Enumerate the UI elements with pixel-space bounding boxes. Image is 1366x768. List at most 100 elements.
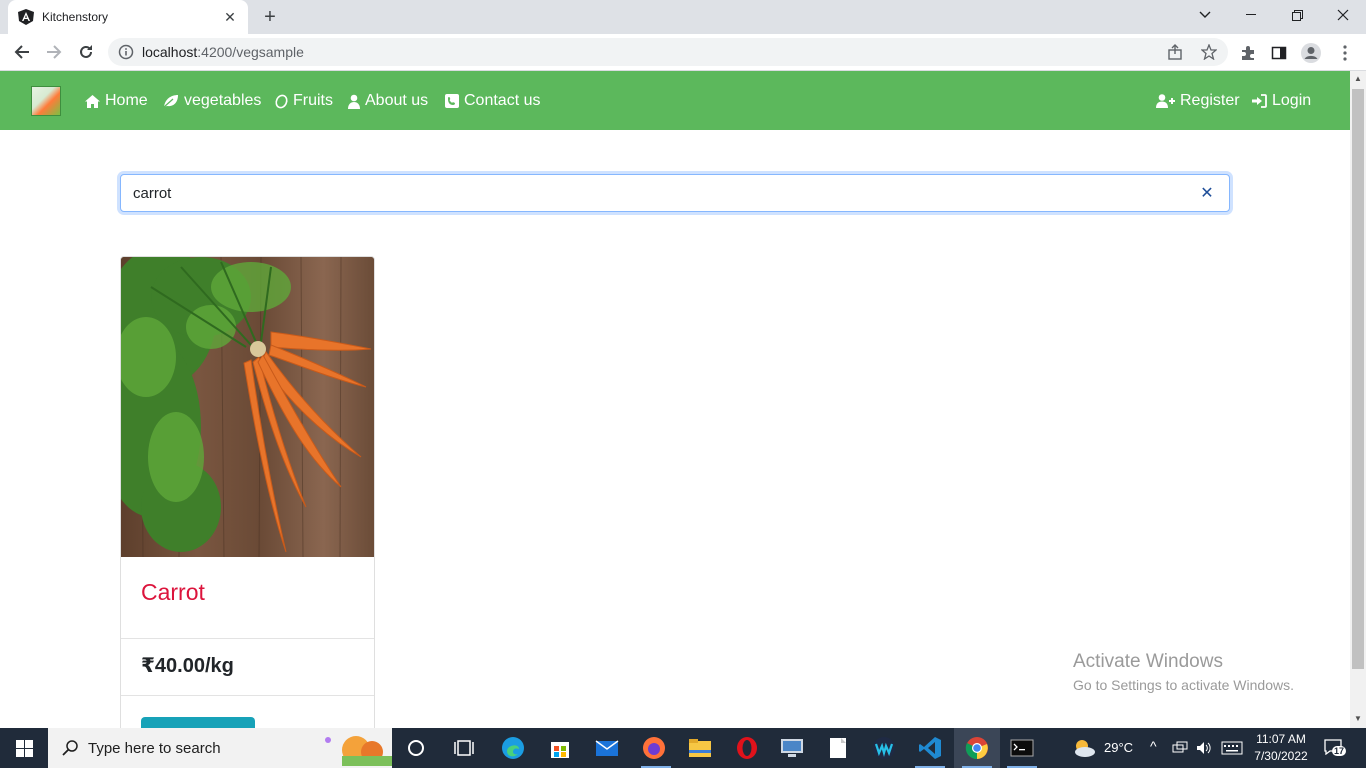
minimize-icon [1246, 14, 1256, 15]
nav-fruits-label: Fruits [293, 92, 333, 109]
nav-register-label: Register [1180, 92, 1240, 109]
add-to-cart-button[interactable] [141, 717, 255, 728]
nav-contact[interactable]: Contact us [445, 89, 540, 113]
nav-contact-label: Contact us [464, 92, 541, 109]
menu-kebab-icon[interactable] [1334, 42, 1356, 64]
nav-vegetables-label: vegetables [184, 92, 262, 109]
task-view-icon[interactable] [452, 736, 476, 760]
scroll-up-icon[interactable]: ▲ [1353, 74, 1363, 83]
forward-button[interactable] [40, 38, 68, 66]
webex-icon[interactable] [872, 736, 896, 760]
clock-date: 7/30/2022 [1254, 749, 1308, 763]
browser-tab[interactable]: Kitchenstory ✕ [8, 0, 248, 34]
vscode-icon[interactable] [918, 736, 942, 760]
notification-center-button[interactable]: 17 [1322, 738, 1348, 760]
site-navbar: Home vegetables Fruits About us Contact … [0, 71, 1350, 130]
page-viewport: Home vegetables Fruits About us Contact … [0, 71, 1350, 728]
url-host: localhost [142, 44, 198, 60]
opera-icon[interactable] [735, 736, 759, 760]
nav-login-label: Login [1272, 92, 1312, 109]
brand-logo[interactable] [31, 86, 61, 116]
profile-avatar[interactable] [1300, 42, 1322, 64]
user-icon [348, 94, 360, 109]
angular-favicon-icon [18, 9, 34, 25]
product-name: Carrot [141, 579, 205, 605]
nav-login[interactable]: Login [1252, 89, 1311, 113]
nav-fruits[interactable]: Fruits [275, 89, 333, 113]
minimize-button[interactable] [1228, 0, 1274, 30]
tab-search-button[interactable] [1182, 0, 1228, 30]
windows-logo-icon [15, 739, 33, 757]
chevron-down-icon [1199, 11, 1211, 18]
start-button[interactable] [0, 728, 48, 768]
remote-desktop-icon[interactable] [780, 736, 804, 760]
product-card: Carrot ₹40.00/kg [120, 256, 375, 728]
file-explorer-icon[interactable] [688, 736, 712, 760]
extensions-icon[interactable] [1237, 42, 1259, 64]
arrow-left-icon [14, 45, 29, 59]
search-box[interactable]: ✕ [120, 174, 1230, 212]
clear-search-icon[interactable]: ✕ [1199, 185, 1215, 202]
scroll-down-icon[interactable]: ▼ [1353, 714, 1363, 723]
taskbar-search[interactable]: Type here to search [48, 728, 392, 768]
chrome-icon[interactable] [965, 736, 989, 760]
close-window-button[interactable] [1320, 0, 1366, 30]
terminal-icon[interactable] [1010, 736, 1034, 760]
nav-home-label: Home [105, 92, 148, 109]
scroll-thumb[interactable] [1352, 89, 1364, 669]
mail-icon[interactable] [595, 736, 619, 760]
weather-temp[interactable]: 29°C [1104, 740, 1133, 755]
reload-button[interactable] [72, 38, 100, 66]
weather-icon[interactable] [1072, 736, 1096, 760]
activate-subtitle: Go to Settings to activate Windows. [1073, 677, 1294, 693]
notification-badge: 17 [1332, 746, 1347, 756]
close-tab-icon[interactable]: ✕ [222, 9, 238, 25]
info-icon[interactable] [118, 44, 134, 60]
search-input[interactable] [133, 184, 1133, 202]
windows-taskbar: Type here to search 29°C ^ 11:07 AM 7/30… [0, 728, 1366, 768]
new-tab-button[interactable]: + [258, 5, 282, 29]
bookmark-star-icon[interactable] [1200, 43, 1218, 61]
card-divider [121, 695, 374, 696]
browser-tab-bar: Kitchenstory ✕ + [0, 0, 1366, 34]
chevron-up-icon[interactable]: ^ [1150, 738, 1157, 754]
nav-register[interactable]: Register [1156, 89, 1240, 113]
nav-home[interactable]: Home [85, 89, 148, 113]
restore-button[interactable] [1274, 0, 1320, 30]
address-bar[interactable]: localhost:4200/vegsample [108, 38, 1228, 66]
browser-toolbar: localhost:4200/vegsample [0, 34, 1366, 71]
card-divider [121, 638, 374, 639]
clock-time: 11:07 AM [1256, 732, 1306, 746]
share-icon[interactable] [1166, 43, 1184, 61]
product-price: ₹40.00/kg [141, 655, 234, 677]
network-icon[interactable] [1172, 741, 1188, 755]
nav-about-label: About us [365, 92, 429, 109]
store-icon[interactable] [548, 736, 572, 760]
tab-title: Kitchenstory [42, 10, 109, 24]
home-icon [85, 94, 100, 108]
taskbar-search-placeholder: Type here to search [88, 739, 221, 757]
firefox-icon[interactable] [642, 736, 666, 760]
reload-icon [80, 45, 92, 58]
taskbar-clock[interactable]: 11:07 AM 7/30/2022 [1248, 731, 1314, 765]
search-highlight-icon [325, 736, 392, 766]
keyboard-icon[interactable] [1221, 741, 1243, 755]
phone-icon [445, 94, 459, 108]
nav-about[interactable]: About us [348, 89, 428, 113]
product-image [121, 257, 374, 557]
side-panel-icon[interactable] [1268, 42, 1290, 64]
lemon-icon [275, 94, 288, 108]
back-button[interactable] [8, 38, 36, 66]
volume-icon[interactable] [1196, 741, 1212, 755]
leaf-icon [163, 95, 178, 108]
carrot-photo-image [121, 257, 374, 557]
close-icon [1337, 9, 1349, 21]
nav-vegetables[interactable]: vegetables [163, 89, 261, 113]
edge-icon[interactable] [501, 736, 525, 760]
page-scrollbar[interactable]: ▲ ▼ [1350, 71, 1366, 728]
cortana-icon[interactable] [404, 736, 428, 760]
user-plus-icon [1156, 94, 1175, 108]
notepad-icon[interactable] [826, 736, 850, 760]
sign-in-icon [1252, 94, 1267, 108]
activate-title: Activate Windows [1073, 651, 1223, 672]
